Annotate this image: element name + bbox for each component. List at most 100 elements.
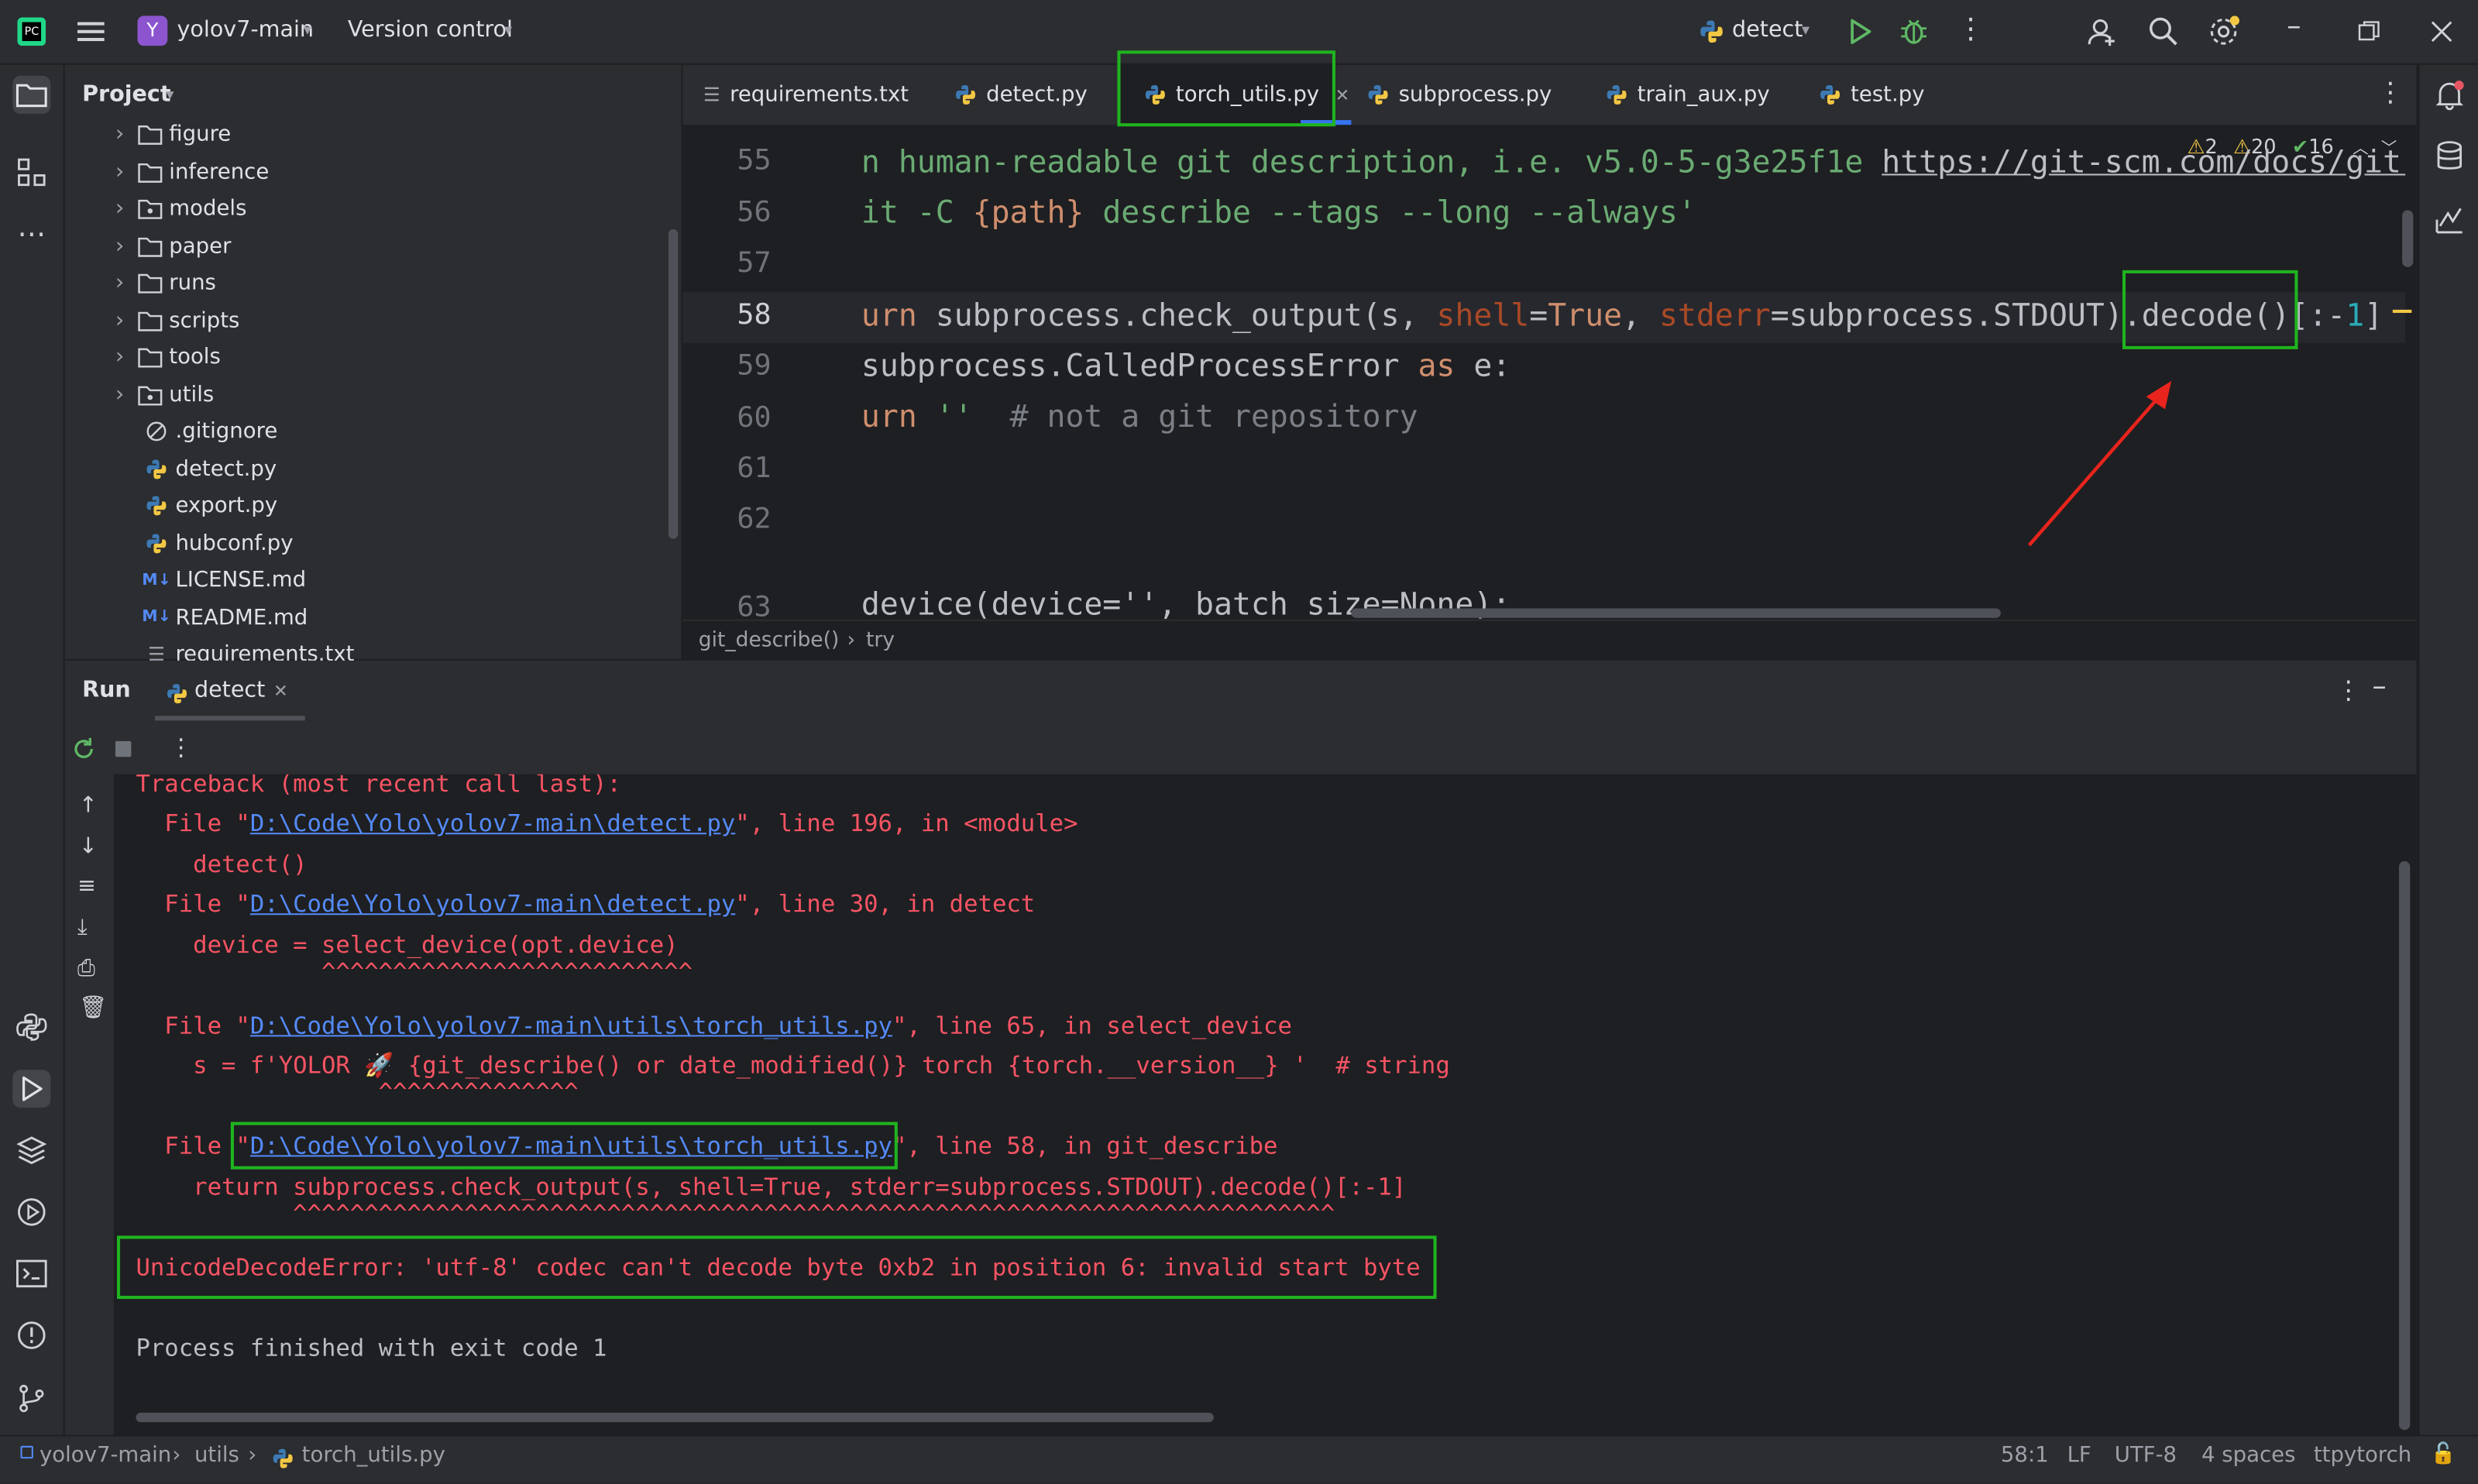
- tree-item-paper[interactable]: › paper: [115, 228, 232, 263]
- arrow-down-icon[interactable]: ↓: [79, 834, 98, 860]
- tree-item-detect-py[interactable]: detect.py: [144, 451, 277, 486]
- caret-position[interactable]: 58:1: [2001, 1443, 2049, 1469]
- chevron-right-icon[interactable]: ›: [115, 307, 138, 333]
- python-console-button[interactable]: [12, 1008, 50, 1046]
- tab-detect[interactable]: detect.py: [954, 65, 1088, 125]
- docs-link[interactable]: https://git-scm.com/docs/git-: [1882, 144, 2405, 180]
- breadcrumb-block[interactable]: try: [866, 629, 895, 653]
- run-panel-title[interactable]: Run: [82, 678, 131, 703]
- project-tool-button[interactable]: [12, 75, 51, 114]
- tab-requirements[interactable]: ☰ requirements.txt: [703, 65, 909, 125]
- minimize-panel-icon[interactable]: –: [2372, 670, 2386, 703]
- structure-tool-button[interactable]: [12, 153, 50, 191]
- debug-icon[interactable]: [1898, 15, 1930, 47]
- close-window-icon[interactable]: [2431, 21, 2453, 43]
- project-panel-title[interactable]: Project: [82, 82, 170, 108]
- project-badge[interactable]: Y: [137, 15, 168, 46]
- console-hscrollbar[interactable]: [136, 1412, 1214, 1423]
- tree-item-license-md[interactable]: M↓ LICENSE.md: [142, 562, 306, 597]
- run-icon[interactable]: [1846, 17, 1875, 46]
- line-separator[interactable]: LF: [2067, 1443, 2091, 1469]
- tree-item-figure[interactable]: › figure: [115, 117, 231, 152]
- python-interpreter[interactable]: ttpytorch: [2314, 1443, 2411, 1469]
- tree-item-label: tools: [169, 344, 221, 370]
- chevron-down-icon[interactable]: ▾: [304, 22, 311, 40]
- file-encoding[interactable]: UTF-8: [2115, 1443, 2177, 1469]
- project-name[interactable]: yolov7-main: [177, 17, 314, 43]
- chevron-down-icon[interactable]: ▾: [166, 87, 174, 104]
- file-link[interactable]: D:\Code\Yolo\yolov7-main\detect.py: [250, 890, 735, 919]
- problems-tool-button[interactable]: [12, 1316, 50, 1354]
- indent-setting[interactable]: 4 spaces: [2201, 1443, 2295, 1469]
- chevron-right-icon[interactable]: ›: [115, 196, 138, 222]
- tree-item-models[interactable]: › models: [115, 191, 246, 226]
- editor-scrollbar[interactable]: [2402, 210, 2414, 267]
- restore-icon[interactable]: [2358, 21, 2380, 43]
- project-scrollbar[interactable]: [668, 228, 679, 539]
- main-menu-icon[interactable]: [77, 19, 106, 44]
- tab-train-aux[interactable]: train_aux.py: [1606, 65, 1770, 125]
- run-config-selector[interactable]: detect: [1732, 17, 1803, 43]
- run-tab-detect[interactable]: detect: [194, 678, 265, 703]
- lock-icon[interactable]: 🔓: [2431, 1443, 2456, 1467]
- print-icon[interactable]: ⎙: [77, 956, 95, 981]
- package-icon: [137, 198, 163, 220]
- status-crumb-file[interactable]: torch_utils.py: [302, 1443, 445, 1469]
- add-user-icon[interactable]: [2086, 15, 2118, 47]
- pycharm-logo-icon[interactable]: PC: [17, 17, 46, 46]
- notifications-button[interactable]: [2431, 76, 2469, 114]
- tree-item-runs[interactable]: › runs: [115, 266, 216, 301]
- file-link[interactable]: D:\Code\Yolo\yolov7-main\detect.py: [250, 809, 735, 838]
- services-tool-button[interactable]: [12, 1193, 50, 1231]
- trash-icon[interactable]: 🗑: [79, 995, 107, 1021]
- chevron-right-icon[interactable]: ›: [115, 382, 138, 407]
- status-crumb-project[interactable]: yolov7-main: [40, 1443, 171, 1469]
- database-button[interactable]: [2431, 137, 2469, 175]
- chevron-right-icon[interactable]: ›: [115, 233, 138, 259]
- more-actions-icon[interactable]: ⋮: [1957, 12, 1985, 46]
- more-tools-icon[interactable]: ⋯: [12, 215, 50, 252]
- close-tab-icon[interactable]: ✕: [273, 681, 288, 702]
- tabs-more-icon[interactable]: ⋮: [2377, 77, 2404, 109]
- search-icon[interactable]: [2148, 15, 2180, 47]
- scientific-view-button[interactable]: [2431, 201, 2469, 239]
- settings-gear-icon[interactable]: [2208, 14, 2243, 49]
- editor-hscrollbar[interactable]: [1351, 608, 2001, 618]
- close-tab-icon[interactable]: ✕: [1335, 84, 1350, 105]
- git-tool-button[interactable]: [12, 1379, 50, 1417]
- run-toolbar-more-icon[interactable]: ⋮: [169, 733, 193, 762]
- tree-item--gitignore[interactable]: .gitignore: [144, 414, 277, 449]
- run-more-icon[interactable]: ⋮: [2335, 675, 2361, 705]
- version-control-menu[interactable]: Version control: [348, 17, 513, 43]
- arrow-up-icon[interactable]: ↑: [79, 793, 98, 819]
- tree-item-inference[interactable]: › inference: [115, 154, 269, 189]
- tab-test[interactable]: test.py: [1819, 65, 1925, 125]
- breadcrumb-function[interactable]: git_describe(): [699, 629, 840, 653]
- chevron-right-icon[interactable]: ›: [115, 122, 138, 147]
- rerun-icon[interactable]: [71, 737, 97, 762]
- scroll-to-end-icon[interactable]: ⤓: [77, 915, 88, 940]
- tree-item-tools[interactable]: › tools: [115, 340, 221, 375]
- code-line-55: n human-readable git description, i.e. v…: [861, 144, 2405, 180]
- file-link[interactable]: D:\Code\Yolo\yolov7-main\utils\torch_uti…: [250, 1012, 892, 1040]
- run-tool-button[interactable]: [12, 1070, 51, 1108]
- soft-wrap-icon[interactable]: ≡: [77, 874, 96, 899]
- console-output[interactable]: Traceback (most recent call last): File …: [113, 774, 2417, 1435]
- warning-marker[interactable]: [2392, 309, 2412, 313]
- stop-icon[interactable]: [115, 740, 132, 757]
- tree-item-hubconf-py[interactable]: hubconf.py: [144, 525, 294, 560]
- minimize-icon[interactable]: –: [2287, 9, 2301, 43]
- tree-item-export-py[interactable]: export.py: [144, 488, 277, 523]
- layers-tool-button[interactable]: [12, 1132, 50, 1170]
- status-crumb-utils[interactable]: utils: [194, 1443, 239, 1469]
- chevron-down-icon[interactable]: ▾: [1802, 22, 1810, 40]
- tab-subprocess[interactable]: subprocess.py: [1367, 65, 1552, 125]
- chevron-right-icon[interactable]: ›: [115, 345, 138, 370]
- tree-item-readme-md[interactable]: M↓ README.md: [142, 599, 308, 634]
- tree-item-scripts[interactable]: › scripts: [115, 303, 239, 338]
- chevron-right-icon[interactable]: ›: [115, 270, 138, 296]
- console-scrollbar[interactable]: [2399, 861, 2411, 1431]
- tree-item-utils[interactable]: › utils: [115, 377, 214, 412]
- chevron-right-icon[interactable]: ›: [115, 159, 138, 184]
- terminal-tool-button[interactable]: [12, 1255, 50, 1293]
